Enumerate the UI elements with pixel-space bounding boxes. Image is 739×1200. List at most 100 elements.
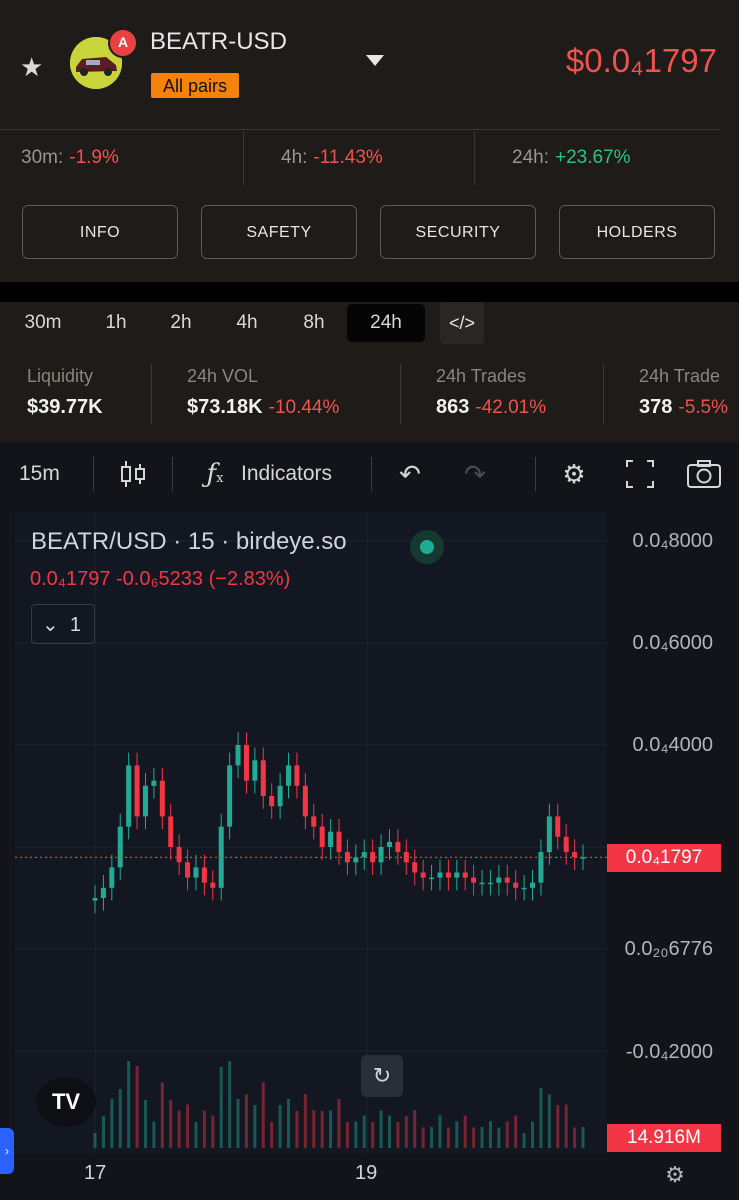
candle-body bbox=[227, 765, 233, 827]
volume-bar bbox=[539, 1088, 543, 1148]
candle-body bbox=[235, 745, 241, 766]
star-icon[interactable]: ★ bbox=[20, 52, 43, 83]
candle-body bbox=[185, 862, 191, 878]
change-label: 24h: bbox=[512, 147, 549, 168]
reset-chart-icon[interactable]: ↻ bbox=[361, 1055, 403, 1097]
candle-body bbox=[336, 831, 342, 853]
timeframe-4h[interactable]: 4h bbox=[216, 304, 278, 342]
candle-body bbox=[386, 841, 392, 847]
fullscreen-icon-svg bbox=[626, 460, 654, 488]
candle-body bbox=[109, 867, 115, 888]
candle-body bbox=[311, 816, 317, 827]
candles-icon[interactable] bbox=[116, 456, 150, 492]
undo-icon[interactable]: ↶ bbox=[393, 456, 427, 492]
tradingview-logo[interactable]: TV bbox=[36, 1077, 96, 1127]
volume-bar bbox=[387, 1115, 391, 1148]
camera-icon[interactable] bbox=[686, 456, 721, 492]
price-axis-label: 0.0₄4000 bbox=[632, 734, 713, 756]
safety-button[interactable]: SAFETY bbox=[201, 205, 357, 259]
price-axis-label: 0.0₄8000 bbox=[632, 530, 713, 552]
volume-bar bbox=[118, 1089, 122, 1148]
timeframe-30m[interactable]: 30m bbox=[5, 304, 81, 342]
timeframe-24h[interactable]: 24h bbox=[347, 304, 425, 342]
volume-tag: 14.916M bbox=[607, 1124, 721, 1152]
stat-label-liquidity: Liquidity bbox=[27, 366, 94, 386]
candle-body bbox=[555, 816, 561, 837]
candle-body bbox=[201, 867, 207, 883]
candle-body bbox=[420, 872, 426, 878]
volume-bar bbox=[295, 1111, 299, 1148]
volume-bar bbox=[421, 1127, 425, 1148]
indicators-button[interactable]: Indicators bbox=[241, 448, 332, 500]
candle-body bbox=[353, 857, 359, 863]
settings-icon[interactable]: ⚙ bbox=[660, 1160, 690, 1190]
market-status-icon[interactable] bbox=[410, 530, 444, 564]
divider bbox=[603, 364, 604, 424]
redo-icon[interactable]: ↷ bbox=[458, 456, 492, 492]
collapse-count: 1 bbox=[69, 614, 82, 636]
candle-body bbox=[496, 877, 502, 883]
volume-bar bbox=[581, 1127, 585, 1148]
candle-body bbox=[479, 882, 485, 885]
candle-body bbox=[100, 887, 106, 898]
security-button[interactable]: SECURITY bbox=[380, 205, 536, 259]
candle-body bbox=[546, 816, 552, 853]
candle-body bbox=[563, 836, 569, 853]
volume-bar bbox=[371, 1122, 375, 1148]
volume-bar bbox=[488, 1121, 492, 1148]
fullscreen-icon[interactable] bbox=[623, 456, 657, 492]
fx-icon[interactable]: ƒx bbox=[198, 456, 232, 492]
chevron-down-icon[interactable] bbox=[366, 55, 384, 66]
volume-bar bbox=[270, 1122, 274, 1148]
candle-body bbox=[126, 765, 132, 827]
time-axis-label: 19 bbox=[355, 1162, 378, 1184]
stat-value: 378 bbox=[639, 396, 673, 418]
stat-label-trades: 24h Trades bbox=[436, 366, 527, 386]
collapse-legend-button[interactable]: ⌄ 1 bbox=[31, 604, 95, 644]
volume-bar bbox=[556, 1105, 560, 1148]
divider bbox=[474, 131, 475, 185]
info-button[interactable]: INFO bbox=[22, 205, 178, 259]
candle-body bbox=[176, 847, 182, 863]
candle-body bbox=[159, 780, 165, 817]
interval-selector[interactable]: 15m bbox=[19, 448, 60, 500]
candle-body bbox=[134, 765, 140, 817]
volume-bar bbox=[396, 1122, 400, 1148]
candle-body bbox=[504, 877, 510, 883]
volume-bar bbox=[497, 1127, 501, 1148]
stat-value: 863 bbox=[436, 396, 470, 418]
candles-icon-svg bbox=[121, 461, 145, 487]
candle-body bbox=[210, 882, 216, 888]
pair-name[interactable]: BEATR-USD bbox=[150, 28, 287, 56]
divider bbox=[151, 364, 152, 424]
stat-value-trades: 863 -42.01% bbox=[436, 396, 546, 419]
volume-bar bbox=[345, 1122, 349, 1148]
candle-body bbox=[487, 882, 493, 885]
timeframe-8h[interactable]: 8h bbox=[283, 304, 345, 342]
volume-bar bbox=[505, 1121, 509, 1148]
holders-button[interactable]: HOLDERS bbox=[559, 205, 715, 259]
volume-bar bbox=[531, 1121, 535, 1148]
volume-bar bbox=[573, 1127, 577, 1148]
stat-label-volume: 24h VOL bbox=[187, 366, 259, 386]
candlestick-chart[interactable] bbox=[15, 512, 607, 1154]
gear-icon[interactable]: ⚙ bbox=[557, 456, 591, 492]
volume-bar bbox=[287, 1099, 291, 1148]
candle-body bbox=[513, 882, 519, 888]
volume-bar bbox=[303, 1094, 307, 1148]
timeframe-1h[interactable]: 1h bbox=[86, 304, 146, 342]
volume-bar bbox=[152, 1121, 156, 1148]
code-icon[interactable]: </> bbox=[440, 302, 484, 344]
candle-body bbox=[319, 826, 325, 847]
all-pairs-badge[interactable]: All pairs bbox=[151, 73, 240, 98]
timeframe-2h[interactable]: 2h bbox=[151, 304, 211, 342]
expand-sidebar-handle[interactable]: › bbox=[0, 1128, 14, 1174]
volume-bar bbox=[219, 1067, 223, 1148]
price-chart[interactable] bbox=[15, 512, 607, 1154]
volume-bar bbox=[186, 1104, 190, 1148]
volume-bar bbox=[362, 1115, 366, 1148]
chart-legend-title[interactable]: BEATR/USD · 15 · birdeye.so bbox=[31, 528, 347, 556]
volume-bar bbox=[320, 1111, 324, 1148]
price-axis-label: 0.0₄6000 bbox=[632, 632, 713, 654]
volume-bar bbox=[480, 1127, 484, 1148]
